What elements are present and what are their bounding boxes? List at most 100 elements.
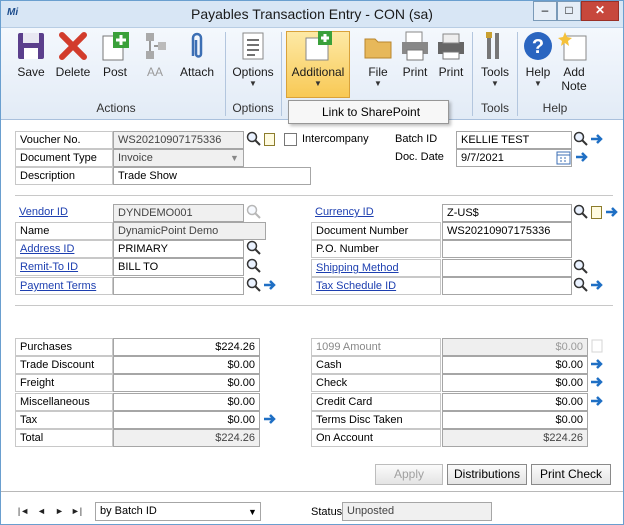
check-label: Check: [311, 374, 441, 392]
currency-id-field[interactable]: Z-US$: [442, 204, 572, 222]
voucher-no-field[interactable]: WS20210907175336: [113, 131, 244, 149]
print-button-2[interactable]: Print: [435, 30, 467, 79]
header-divider: [15, 195, 613, 196]
tax-schedule-arrow-icon[interactable]: [590, 278, 604, 292]
cash-arrow-icon[interactable]: [590, 357, 604, 371]
post-button[interactable]: Post: [99, 30, 131, 79]
intercompany-checkbox[interactable]: [284, 133, 297, 146]
file-button[interactable]: File ▼: [362, 30, 394, 88]
remit-to-id-link[interactable]: Remit-To ID: [15, 258, 113, 276]
maximize-button[interactable]: □: [557, 1, 581, 21]
first-record-button[interactable]: |◄: [17, 504, 30, 518]
remit-to-id-field[interactable]: BILL TO: [113, 258, 244, 276]
tax-arrow-icon[interactable]: [263, 412, 277, 426]
add-note-button[interactable]: Add Note: [558, 30, 590, 93]
tax-schedule-id-link-text[interactable]: Tax Schedule ID: [316, 280, 396, 292]
address-lookup-icon[interactable]: [246, 240, 262, 256]
address-id-link[interactable]: Address ID: [15, 240, 113, 258]
aa-label: AA: [146, 65, 163, 79]
cash-field[interactable]: $0.00: [442, 356, 588, 374]
tax-schedule-id-field[interactable]: [442, 277, 572, 295]
options-label: Options: [232, 65, 274, 79]
vendor-id-link[interactable]: Vendor ID: [15, 204, 113, 222]
vendor-lookup-icon[interactable]: [246, 204, 262, 220]
payment-terms-link-text[interactable]: Payment Terms: [20, 280, 96, 292]
batch-id-field[interactable]: KELLIE TEST: [456, 131, 572, 149]
minimize-button[interactable]: –: [533, 1, 557, 21]
additional-button[interactable]: Additional ▼: [288, 30, 348, 88]
check-arrow-icon[interactable]: [590, 375, 604, 389]
shipping-method-link-text[interactable]: Shipping Method: [316, 262, 399, 274]
aa-button[interactable]: AA: [140, 30, 170, 79]
voucher-note-icon[interactable]: [264, 133, 275, 146]
additional-caret-icon: ▼: [314, 79, 322, 88]
shipping-lookup-icon[interactable]: [573, 259, 589, 275]
tax-field[interactable]: $0.00: [113, 411, 260, 429]
options-button[interactable]: Options ▼: [231, 30, 275, 88]
vendor-id-field[interactable]: DYNDEMO001: [113, 204, 244, 222]
description-field[interactable]: Trade Show: [113, 167, 311, 185]
shipping-method-link[interactable]: Shipping Method: [311, 259, 441, 277]
help-button[interactable]: ? Help ▼: [522, 30, 554, 88]
payment-terms-field[interactable]: [113, 277, 244, 295]
remit-to-lookup-icon[interactable]: [246, 258, 262, 274]
trade-discount-field[interactable]: $0.00: [113, 356, 260, 374]
tax-schedule-id-link[interactable]: Tax Schedule ID: [311, 277, 441, 295]
shipping-method-field[interactable]: [442, 259, 572, 277]
doc-date-label: Doc. Date: [395, 151, 444, 163]
freight-label: Freight: [15, 374, 113, 392]
miscellaneous-field[interactable]: $0.00: [113, 393, 260, 411]
tools-label: Tools: [480, 65, 509, 79]
address-id-field[interactable]: PRIMARY: [113, 240, 244, 258]
purchases-label: Purchases: [15, 338, 113, 356]
currency-lookup-icon[interactable]: [573, 204, 589, 220]
vendor-name-field[interactable]: DynamicPoint Demo: [113, 222, 266, 240]
doc-date-arrow-icon[interactable]: [575, 150, 589, 164]
distributions-button[interactable]: Distributions: [447, 464, 527, 485]
previous-record-button[interactable]: ◄: [35, 504, 48, 518]
next-record-button[interactable]: ►: [53, 504, 66, 518]
payment-terms-link[interactable]: Payment Terms: [15, 277, 113, 295]
additional-menu-sharepoint[interactable]: Link to SharePoint: [288, 100, 449, 124]
terms-disc-taken-field[interactable]: $0.00: [442, 411, 588, 429]
address-id-link-text[interactable]: Address ID: [20, 243, 74, 255]
document-type-caret-icon[interactable]: ▼: [230, 150, 239, 166]
credit-card-field[interactable]: $0.00: [442, 393, 588, 411]
doc-date-field[interactable]: 9/7/2021: [456, 149, 572, 167]
document-type-select[interactable]: Invoice: [113, 149, 244, 167]
tax-schedule-lookup-icon[interactable]: [573, 277, 589, 293]
sort-by-caret-icon[interactable]: ▼: [248, 504, 257, 520]
print-button[interactable]: Print: [399, 30, 431, 79]
batch-expand-arrow-icon[interactable]: [590, 132, 604, 146]
credit-card-arrow-icon[interactable]: [590, 394, 604, 408]
currency-note-icon[interactable]: [591, 206, 602, 219]
save-icon: [15, 30, 47, 62]
voucher-lookup-icon[interactable]: [246, 131, 262, 147]
print-check-button[interactable]: Print Check: [531, 464, 611, 485]
check-field[interactable]: $0.00: [442, 374, 588, 392]
freight-field[interactable]: $0.00: [113, 374, 260, 392]
po-number-field[interactable]: [442, 240, 572, 258]
svg-text:?: ?: [532, 36, 544, 58]
currency-id-link-text[interactable]: Currency ID: [315, 206, 374, 218]
save-button[interactable]: Save: [13, 30, 49, 79]
currency-id-link[interactable]: Currency ID: [311, 204, 441, 222]
remit-to-id-link-text[interactable]: Remit-To ID: [20, 261, 78, 273]
vendor-id-link-text[interactable]: Vendor ID: [19, 206, 68, 218]
ribbon-separator: [225, 32, 226, 116]
payables-transaction-window: Mi Payables Transaction Entry - CON (sa)…: [0, 0, 624, 525]
document-number-field[interactable]: WS20210907175336: [442, 222, 572, 240]
last-record-button[interactable]: ►|: [70, 504, 83, 518]
purchases-field[interactable]: $224.26: [113, 338, 260, 356]
payment-terms-lookup-icon[interactable]: [246, 277, 262, 293]
delete-button[interactable]: Delete: [54, 30, 92, 79]
attach-button[interactable]: Attach: [178, 30, 216, 79]
close-button[interactable]: ✕: [581, 1, 619, 21]
calendar-icon[interactable]: [556, 150, 572, 166]
batch-lookup-icon[interactable]: [573, 131, 589, 147]
currency-arrow-icon[interactable]: [605, 205, 619, 219]
payment-terms-arrow-icon[interactable]: [263, 278, 277, 292]
tools-button[interactable]: Tools ▼: [477, 30, 513, 88]
sort-by-select[interactable]: by Batch ID: [95, 502, 261, 521]
apply-button[interactable]: Apply: [375, 464, 443, 485]
